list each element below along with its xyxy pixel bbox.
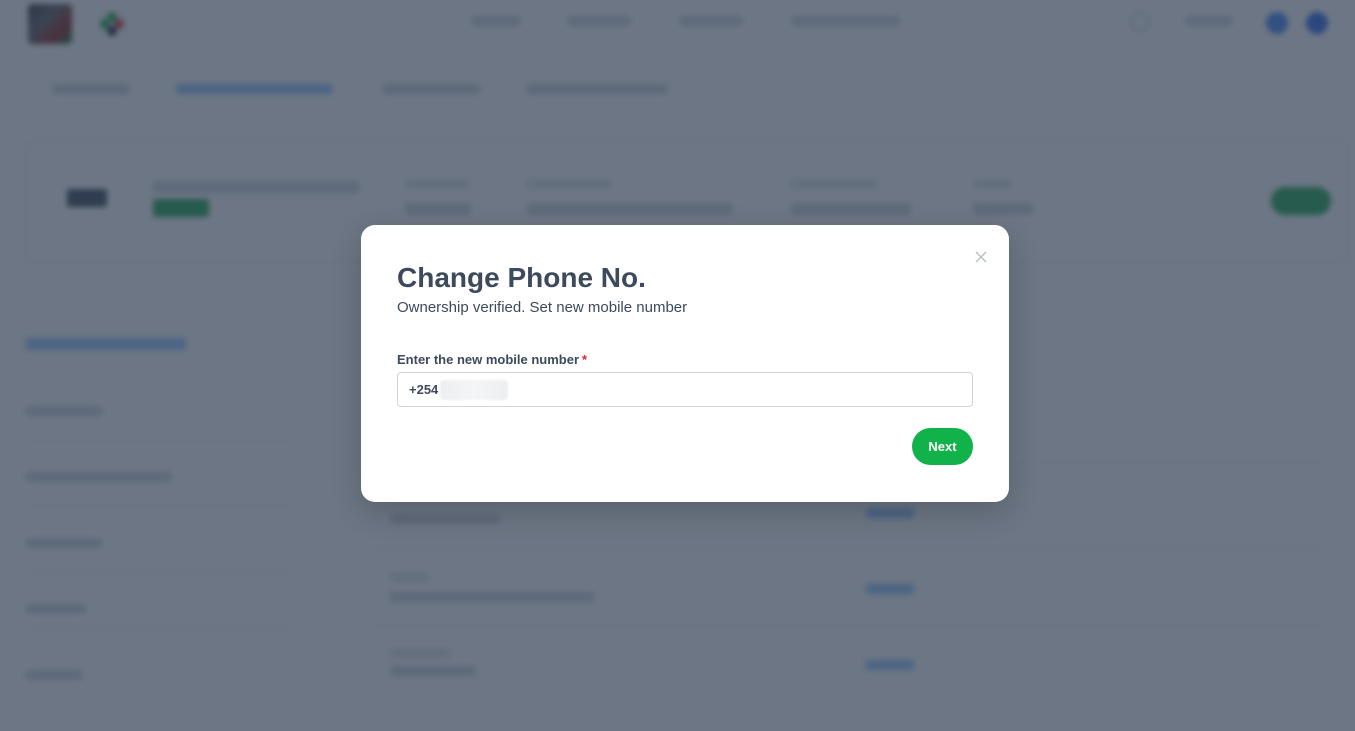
phone-input[interactable]: +254: [397, 372, 973, 407]
modal-title: Change Phone No.: [397, 262, 646, 293]
phone-country-prefix: +254: [409, 382, 439, 397]
phone-number-redacted: [440, 380, 508, 400]
phone-field-label: Enter the new mobile number *: [397, 352, 587, 368]
close-icon[interactable]: [973, 249, 989, 265]
change-phone-modal: Change Phone No. Ownership verified. Set…: [361, 225, 1009, 502]
modal-subtitle: Ownership verified. Set new mobile numbe…: [397, 299, 688, 316]
required-marker: *: [582, 352, 588, 367]
phone-field-label-text: Enter the new mobile number: [397, 352, 580, 367]
next-button[interactable]: Next: [912, 428, 973, 465]
page: ​: [0, 0, 1355, 731]
